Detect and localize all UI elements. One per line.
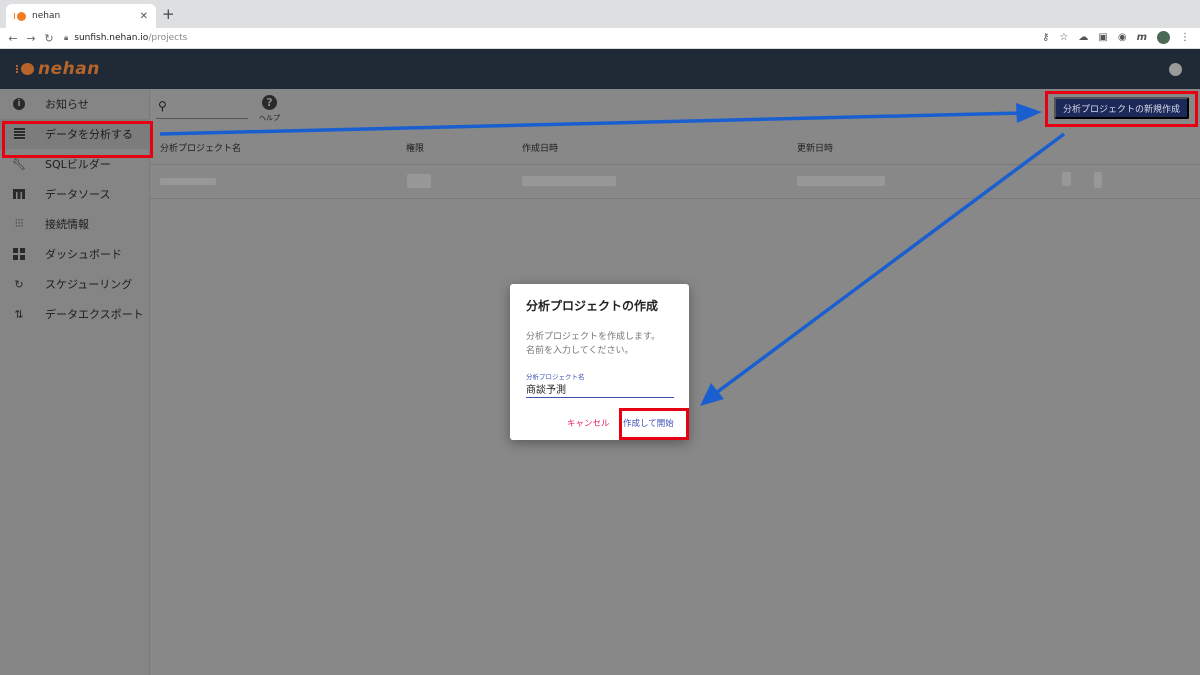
reload-icon[interactable]: ↻ <box>40 32 58 45</box>
arrowhead-icon <box>1016 103 1042 123</box>
lock-icon: 🔒︎ <box>64 33 69 42</box>
forward-icon[interactable]: → <box>22 32 40 45</box>
browser-tab-bar: nehan ✕ + <box>0 0 1200 28</box>
browser-extensions: ⚷ ☆ ☁ ▣ ◉ m ⋮ <box>1042 31 1190 44</box>
sliders-icon: ⫶⫶⫶ <box>14 217 24 230</box>
back-icon[interactable]: ← <box>4 32 22 45</box>
arrow-to-new-project <box>159 111 1021 136</box>
highlight-box-analyze <box>2 121 153 158</box>
app-header: nehan <box>0 49 1200 89</box>
table-divider <box>150 198 1200 199</box>
sidebar-item-label: スケジューリング <box>45 278 133 291</box>
browser-menu-icon[interactable]: ⋮ <box>1180 32 1190 43</box>
translate-icon[interactable]: ▣ <box>1098 32 1107 43</box>
schedule-icon: ↻ <box>14 277 24 291</box>
redacted-created <box>522 176 616 186</box>
column-header-updated[interactable]: 更新日時 <box>797 141 833 154</box>
dialog-description-line: 分析プロジェクトを作成します。 <box>526 332 661 342</box>
browser-tab[interactable]: nehan ✕ <box>6 4 156 28</box>
nehan-logo[interactable]: nehan <box>16 59 100 79</box>
tab-title: nehan <box>32 11 61 21</box>
dashboard-icon <box>12 247 26 261</box>
arrowhead-icon <box>700 383 724 406</box>
help-label: ヘルプ <box>259 114 280 122</box>
profile-avatar[interactable] <box>1157 31 1170 44</box>
dialog-description: 分析プロジェクトを作成します。 名前を入力してください。 <box>526 330 660 358</box>
cancel-button[interactable]: キャンセル <box>567 417 610 429</box>
sidebar-item-connections[interactable]: ⫶⫶⫶ 接続情報 <box>0 209 149 239</box>
sidebar-item-news[interactable]: i お知らせ <box>0 89 149 119</box>
wrench-icon: 🔧︎ <box>12 157 26 171</box>
m-extension-icon[interactable]: m <box>1137 32 1147 43</box>
nehan-logo-mark-icon <box>16 62 34 76</box>
url-path: /projects <box>148 33 188 43</box>
account-icon[interactable] <box>1169 63 1182 76</box>
highlight-box-create-start <box>619 408 689 440</box>
redacted-project-name <box>160 178 216 185</box>
redacted-action <box>1094 172 1102 188</box>
url-field[interactable]: 🔒︎ sunfish.nehan.io /projects <box>64 33 187 43</box>
nehan-favicon-icon <box>14 11 26 21</box>
redacted-permission <box>407 174 431 188</box>
help-icon[interactable]: ? <box>262 95 277 110</box>
logo-text: nehan <box>38 59 100 79</box>
sidebar-item-data-source[interactable]: データソース <box>0 179 149 209</box>
search-input[interactable] <box>156 118 248 119</box>
browser-address-bar: ← → ↻ 🔒︎ sunfish.nehan.io /projects ⚷ ☆ … <box>0 28 1200 49</box>
sidebar-item-label: お知らせ <box>45 98 89 111</box>
column-header-created[interactable]: 作成日時 <box>522 141 558 154</box>
redacted-updated <box>797 176 885 186</box>
redacted-action <box>1062 172 1071 186</box>
new-tab-button[interactable]: + <box>162 5 175 23</box>
sidebar-item-label: データソース <box>45 188 111 201</box>
sidebar-item-scheduling[interactable]: ↻ スケジューリング <box>0 269 149 299</box>
tab-close-icon[interactable]: ✕ <box>140 11 148 22</box>
dialog-description-line: 名前を入力してください。 <box>526 346 634 356</box>
sidebar-item-export[interactable]: ⇅ データエクスポート <box>0 299 149 329</box>
column-header-permission[interactable]: 権限 <box>406 141 424 154</box>
highlight-box-new-project <box>1045 91 1198 127</box>
sidebar-item-label: 接続情報 <box>45 218 89 231</box>
sidebar-item-label: ダッシュボード <box>45 248 122 261</box>
dialog-title: 分析プロジェクトの作成 <box>526 299 659 313</box>
sidebar-item-dashboard[interactable]: ダッシュボード <box>0 239 149 269</box>
sidebar-item-label: データエクスポート <box>45 308 144 321</box>
record-icon[interactable]: ◉ <box>1118 32 1127 43</box>
project-name-input[interactable] <box>526 380 674 398</box>
column-header-project-name[interactable]: 分析プロジェクト名 <box>160 141 241 154</box>
table-icon <box>12 187 26 201</box>
key-icon[interactable]: ⚷ <box>1042 32 1049 43</box>
export-icon: ⇅ <box>14 307 24 321</box>
search-icon[interactable]: ⚲ <box>158 99 167 113</box>
arrow-to-create-start <box>714 132 1066 395</box>
url-host: sunfish.nehan.io <box>74 33 149 43</box>
star-icon[interactable]: ☆ <box>1059 32 1068 43</box>
table-divider <box>150 164 1200 165</box>
cloud-icon[interactable]: ☁ <box>1078 32 1088 43</box>
sidebar: i お知らせ データを分析する 🔧︎ SQLビルダー データソース ⫶⫶⫶ 接続… <box>0 89 150 675</box>
info-icon: i <box>12 97 26 111</box>
sidebar-item-label: SQLビルダー <box>45 158 111 171</box>
